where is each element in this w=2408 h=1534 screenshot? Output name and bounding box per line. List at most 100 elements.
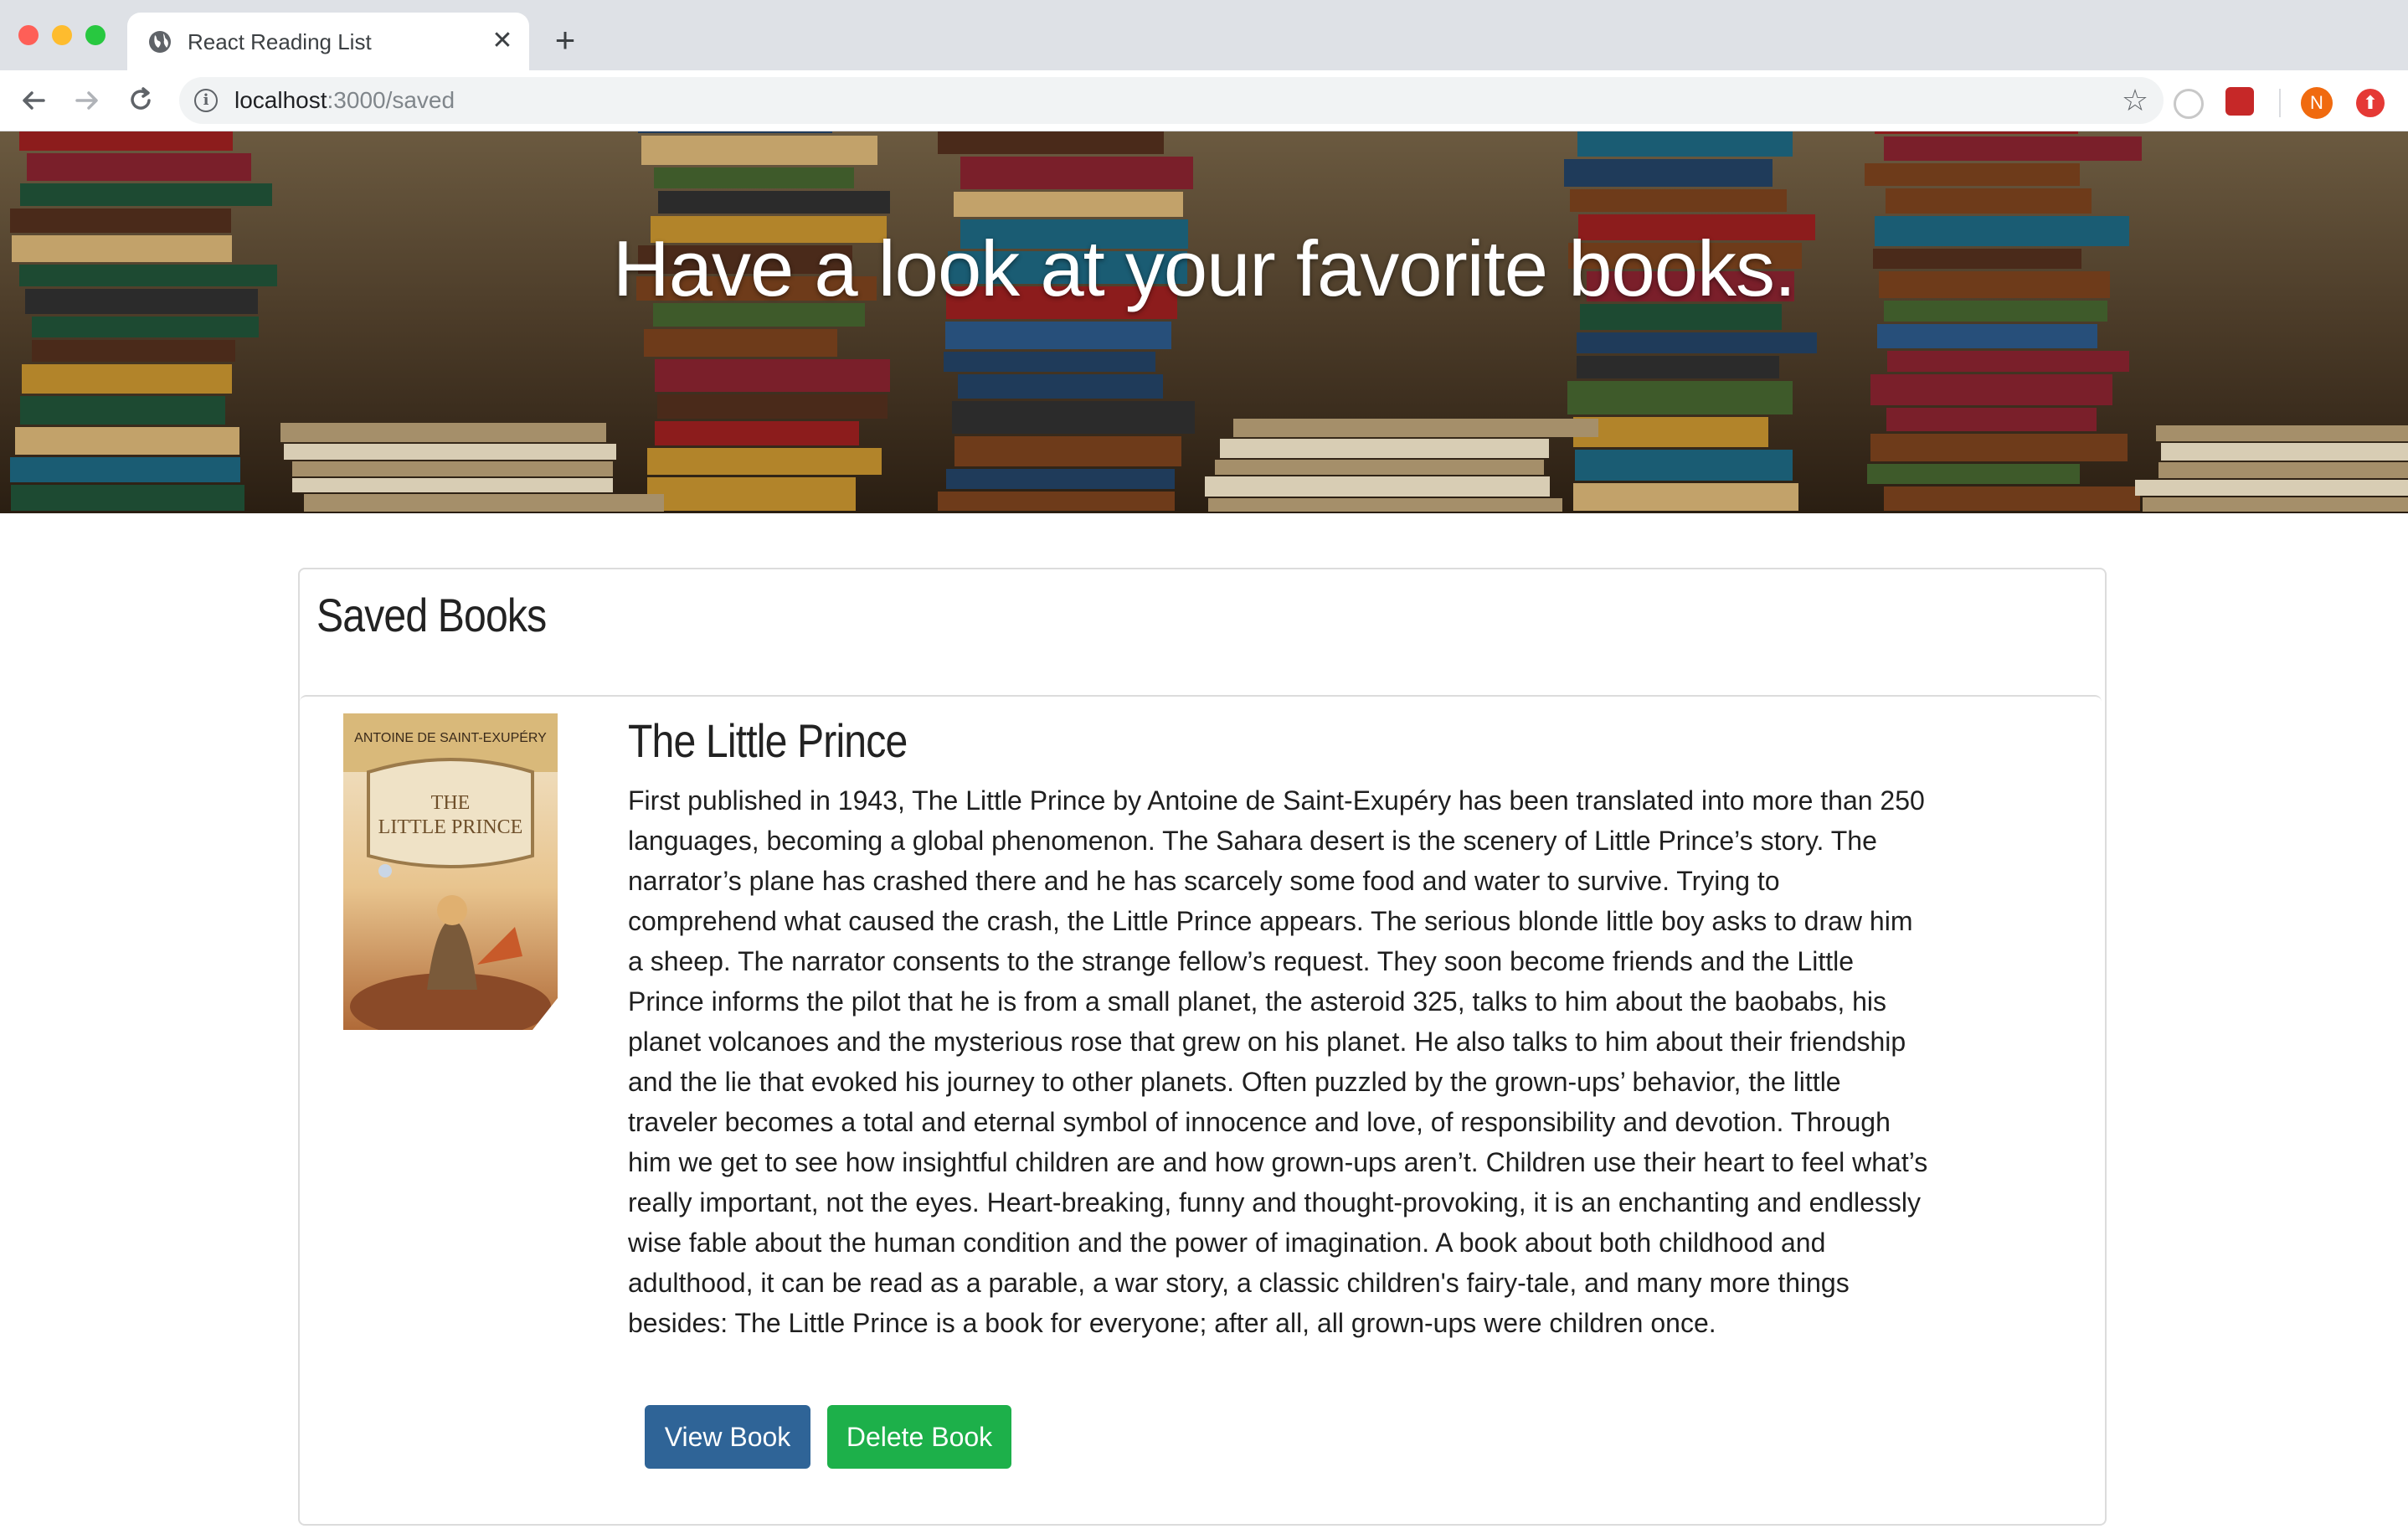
browser-toolbar: i localhost:3000/saved ☆ N ⬆ bbox=[0, 70, 2408, 131]
book-spine bbox=[1886, 408, 2097, 431]
book-spine bbox=[2135, 480, 2408, 496]
close-tab-icon[interactable]: ✕ bbox=[489, 28, 516, 54]
reload-icon[interactable] bbox=[122, 82, 159, 119]
view-book-button[interactable]: View Book bbox=[645, 1405, 810, 1469]
book-spine bbox=[2156, 425, 2408, 441]
book-title: The Little Prince bbox=[628, 714, 908, 767]
book-spine bbox=[655, 421, 859, 445]
book-spine bbox=[1205, 476, 1550, 497]
book-spine bbox=[638, 131, 832, 133]
avatar[interactable]: N bbox=[2301, 87, 2333, 119]
book-spine bbox=[958, 374, 1163, 399]
zoom-window-button[interactable] bbox=[85, 25, 105, 45]
book-spine bbox=[1573, 417, 1768, 447]
hero-banner: Have a look at your favorite books. bbox=[0, 131, 2408, 513]
book-spine bbox=[945, 322, 1171, 349]
book-cover-image: ANTOINE DE SAINT-EXUPÉRY THE LITTLE PRIN… bbox=[343, 713, 558, 1030]
book-spine bbox=[19, 131, 233, 151]
tab-title: React Reading List bbox=[188, 29, 372, 54]
book-spine bbox=[1233, 419, 1598, 437]
book-spine bbox=[1875, 131, 2078, 134]
book-spine bbox=[655, 359, 890, 392]
book-spine bbox=[657, 394, 888, 419]
book-spine bbox=[27, 153, 251, 181]
book-spine bbox=[960, 157, 1193, 189]
book-spine bbox=[1573, 483, 1798, 511]
browser-tabbar: React Reading List ✕ + bbox=[0, 0, 2408, 70]
update-icon[interactable]: ⬆ bbox=[2356, 89, 2385, 117]
book-spine bbox=[2158, 462, 2408, 478]
book-spine bbox=[304, 494, 664, 512]
toolbar-divider bbox=[2279, 89, 2281, 117]
book-spine bbox=[1870, 434, 2128, 461]
book-spine bbox=[647, 477, 856, 511]
book-spine bbox=[1884, 486, 2140, 511]
book-spine bbox=[944, 352, 1155, 372]
book-spine bbox=[20, 183, 272, 206]
book-spine bbox=[1564, 159, 1773, 187]
extension-icon[interactable] bbox=[2225, 87, 2254, 116]
url-path: :3000/saved bbox=[327, 87, 455, 113]
book-spine bbox=[938, 131, 1164, 154]
back-arrow-icon[interactable] bbox=[15, 82, 52, 119]
book-spine bbox=[1575, 450, 1793, 481]
address-bar[interactable]: i localhost:3000/saved ☆ bbox=[179, 77, 2164, 124]
cover-title-line-1: THE bbox=[431, 792, 471, 814]
book-spine bbox=[1865, 163, 2080, 186]
book-spine bbox=[292, 478, 613, 492]
url-text[interactable]: localhost:3000/saved bbox=[234, 87, 455, 114]
book-spine bbox=[1577, 356, 1779, 378]
book-spine bbox=[1867, 464, 2080, 484]
book-spine bbox=[938, 492, 1175, 511]
saved-books-heading: Saved Books bbox=[316, 589, 547, 641]
browser-tab[interactable]: React Reading List ✕ bbox=[127, 13, 529, 70]
info-icon[interactable]: i bbox=[194, 89, 218, 112]
book-spine bbox=[1884, 136, 2142, 161]
book-spine bbox=[952, 401, 1195, 434]
book-description: First published in 1943, The Little Prin… bbox=[628, 785, 1928, 1338]
book-spine bbox=[1570, 189, 1787, 212]
book-spine bbox=[954, 192, 1183, 217]
extension-icon[interactable] bbox=[2174, 89, 2204, 119]
book-spine bbox=[1220, 439, 1549, 458]
book-card: ANTOINE DE SAINT-EXUPÉRY THE LITTLE PRIN… bbox=[300, 695, 2102, 1534]
delete-book-button[interactable]: Delete Book bbox=[827, 1405, 1011, 1469]
bookshelf-background-image bbox=[0, 131, 2408, 513]
book-spine bbox=[32, 317, 259, 337]
book-spine bbox=[292, 461, 613, 476]
book-spine bbox=[647, 448, 882, 475]
book-spine bbox=[280, 423, 606, 442]
book-spine bbox=[641, 136, 877, 165]
book-spine bbox=[2161, 443, 2408, 461]
new-tab-button[interactable]: + bbox=[546, 23, 584, 61]
book-spine bbox=[946, 469, 1175, 489]
book-spine bbox=[2143, 497, 2408, 512]
book-spine bbox=[1886, 188, 2092, 214]
book-spine bbox=[1887, 351, 2129, 372]
url-host: localhost bbox=[234, 87, 327, 113]
book-spine bbox=[644, 329, 837, 357]
book-spine bbox=[15, 427, 239, 455]
book-spine bbox=[10, 457, 240, 482]
cover-title-line-2: LITTLE PRINCE bbox=[378, 816, 523, 838]
book-spine bbox=[954, 436, 1181, 466]
book-spine bbox=[32, 340, 235, 362]
book-spine bbox=[11, 485, 244, 511]
book-spine bbox=[20, 396, 225, 425]
book-spine bbox=[1577, 332, 1817, 353]
book-spine bbox=[22, 364, 232, 394]
book-spine bbox=[1567, 381, 1793, 414]
book-spine bbox=[654, 167, 854, 188]
globe-icon bbox=[149, 31, 171, 53]
cover-author-text: ANTOINE DE SAINT-EXUPÉRY bbox=[354, 729, 547, 745]
book-spine bbox=[1577, 131, 1793, 157]
minimize-window-button[interactable] bbox=[52, 25, 72, 45]
book-spine bbox=[1870, 374, 2112, 405]
book-spine bbox=[658, 191, 890, 214]
book-spine bbox=[1215, 460, 1544, 475]
close-window-button[interactable] bbox=[18, 25, 39, 45]
saved-books-panel: Saved Books ANTOINE DE SAINT-EXUPÉRY THE… bbox=[298, 568, 2107, 1526]
forward-arrow-icon[interactable] bbox=[69, 82, 105, 119]
book-spine bbox=[284, 444, 616, 460]
star-icon[interactable]: ☆ bbox=[2118, 84, 2152, 117]
